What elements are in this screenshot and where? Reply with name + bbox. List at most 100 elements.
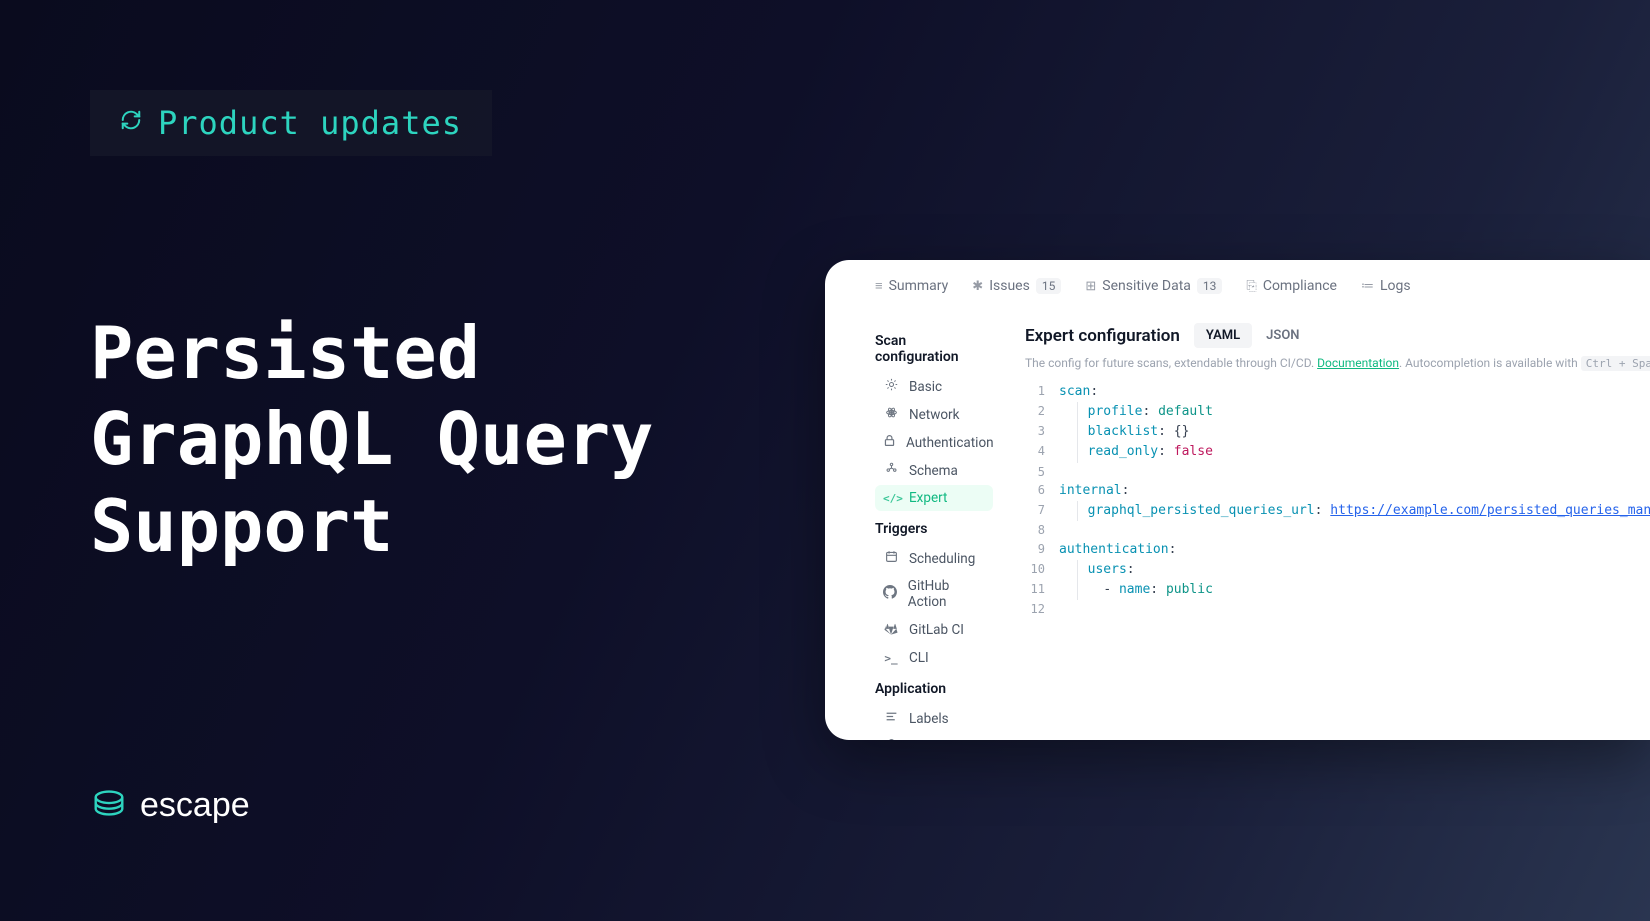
sidebar-item-label: Authentication [906,435,994,451]
code-line: 6internal: [1025,481,1650,501]
code-line: 5 [1025,463,1650,482]
code-line: 11 - name: public [1025,580,1650,600]
logo-text: escape [140,786,250,825]
top-tabs: ≡ Summary ✱ Issues 15 ⊞ Sensitive Data 13 ⎘ Compl… [825,272,1650,309]
sidebar-item-cli[interactable]: >_ CLI [875,645,993,671]
code-line: 4 read_only: false [1025,442,1650,462]
sidebar-section-title: Application [875,681,993,697]
headline-line3: Support [90,483,654,569]
sidebar-item-authentication[interactable]: Authentication [875,429,993,456]
headline-line1: Persisted [90,310,654,396]
network-icon [883,406,899,423]
tab-count: 13 [1197,278,1223,294]
line-number: 11 [1025,580,1059,600]
sidebar-item-label: Permissions [909,739,984,741]
line-number: 2 [1025,402,1059,422]
tab-icon: ⊞ [1085,279,1096,294]
config-subtext: The config for future scans, extendable … [1025,356,1650,370]
sidebar-item-label: Schema [909,463,958,479]
basic-icon [883,378,899,395]
line-number: 10 [1025,560,1059,580]
code-line: 2 profile: default [1025,402,1650,422]
tab-sensitive-data[interactable]: ⊞ Sensitive Data 13 [1085,278,1222,294]
sidebar-item-schema[interactable]: Schema [875,457,993,484]
tab-count: 15 [1036,278,1062,294]
main-title: Expert configuration [1025,326,1180,346]
line-number: 6 [1025,481,1059,501]
sidebar-item-label: Basic [909,379,942,395]
schema-icon [883,462,899,479]
escape-logo: escape [90,784,250,826]
line-number: 9 [1025,540,1059,560]
sidebar-item-label: Labels [909,711,949,727]
sidebar-item-network[interactable]: Network [875,401,993,428]
documentation-link[interactable]: Documentation [1317,356,1399,370]
code-line: 3 blacklist: {} [1025,422,1650,442]
line-number: 12 [1025,600,1059,619]
refresh-icon [120,109,142,137]
main-content: Expert configuration YAMLJSON The config… [1005,309,1650,740]
tab-icon: ✱ [972,279,983,294]
product-updates-badge: Product updates [90,90,492,156]
tab-icon: ≔ [1361,279,1374,294]
format-tab-yaml[interactable]: YAML [1194,323,1252,348]
tab-label: Logs [1380,278,1411,294]
sidebar-item-basic[interactable]: Basic [875,373,993,400]
sidebar-item-scheduling[interactable]: Scheduling [875,545,993,572]
code-line: 7 graphql_persisted_queries_url: https:/… [1025,501,1650,521]
tab-logs[interactable]: ≔ Logs [1361,278,1411,294]
code-line: 10 users: [1025,560,1650,580]
escape-logo-icon [90,784,128,826]
line-number: 8 [1025,521,1059,540]
labels-icon [883,710,899,727]
main-header: Expert configuration YAMLJSON [1025,323,1650,348]
line-number: 4 [1025,442,1059,462]
sidebar-item-label: GitHub Action [908,578,985,610]
code-line: 1scan: [1025,382,1650,402]
sidebar-item-label: Expert [909,490,947,506]
line-number: 7 [1025,501,1059,521]
line-number: 3 [1025,422,1059,442]
permissions-icon [883,738,899,740]
format-tabs: YAMLJSON [1194,323,1312,348]
expert-icon: </> [883,491,899,506]
cli-icon: >_ [883,651,899,666]
sidebar-item-gitlab-ci[interactable]: GitLab CI [875,616,993,644]
tab-icon: ≡ [875,278,883,294]
tab-label: Summary [889,278,949,294]
sidebar-item-permissions[interactable]: Permissions [875,733,993,740]
app-panel: ≡Summary✱Issues15⊞Sensitive Data13⎘Compl… [825,260,1650,740]
tab-label: Compliance [1263,278,1337,294]
line-number: 5 [1025,463,1059,482]
code-editor[interactable]: 1scan:2 profile: default3 blacklist: {}4… [1025,382,1650,619]
authentication-icon [883,434,896,451]
format-tab-json[interactable]: JSON [1254,323,1311,348]
tab-summary[interactable]: ≡ Summary [875,278,948,294]
tab-label: Sensitive Data [1102,278,1191,294]
tab-issues[interactable]: ✱ Issues 15 [972,278,1061,294]
badge-label: Product updates [158,104,462,142]
tab-label: Issues [989,278,1030,294]
url-link[interactable]: https://example.com/persisted_queries_ma… [1330,503,1650,518]
sidebar: Scan configuration Basic Network Authentica… [825,309,1005,740]
kbd-shortcut: Ctrl + Space [1581,356,1650,371]
sidebar-item-label: Network [909,407,959,423]
code-line: 12 [1025,600,1650,619]
sidebar-section-title: Scan configuration [875,333,993,365]
code-line: 8 [1025,521,1650,540]
tab-compliance[interactable]: ⎘ Compliance [1246,278,1337,294]
subtext-mid: . Autocompletion is available with [1399,356,1581,370]
sidebar-item-label: CLI [909,650,929,666]
gitlab-ci-icon [883,621,899,639]
sidebar-section-title: Triggers [875,521,993,537]
line-number: 1 [1025,382,1059,402]
sidebar-item-github-action[interactable]: GitHub Action [875,573,993,615]
scheduling-icon [883,550,899,567]
code-line: 9authentication: [1025,540,1650,560]
sidebar-item-label: GitLab CI [909,622,964,638]
sidebar-item-label: Scheduling [909,551,975,567]
sidebar-item-expert[interactable]: </> Expert [875,485,993,511]
headline-line2: GraphQL Query [90,396,654,482]
tab-icon: ⎘ [1246,279,1256,294]
sidebar-item-labels[interactable]: Labels [875,705,993,732]
